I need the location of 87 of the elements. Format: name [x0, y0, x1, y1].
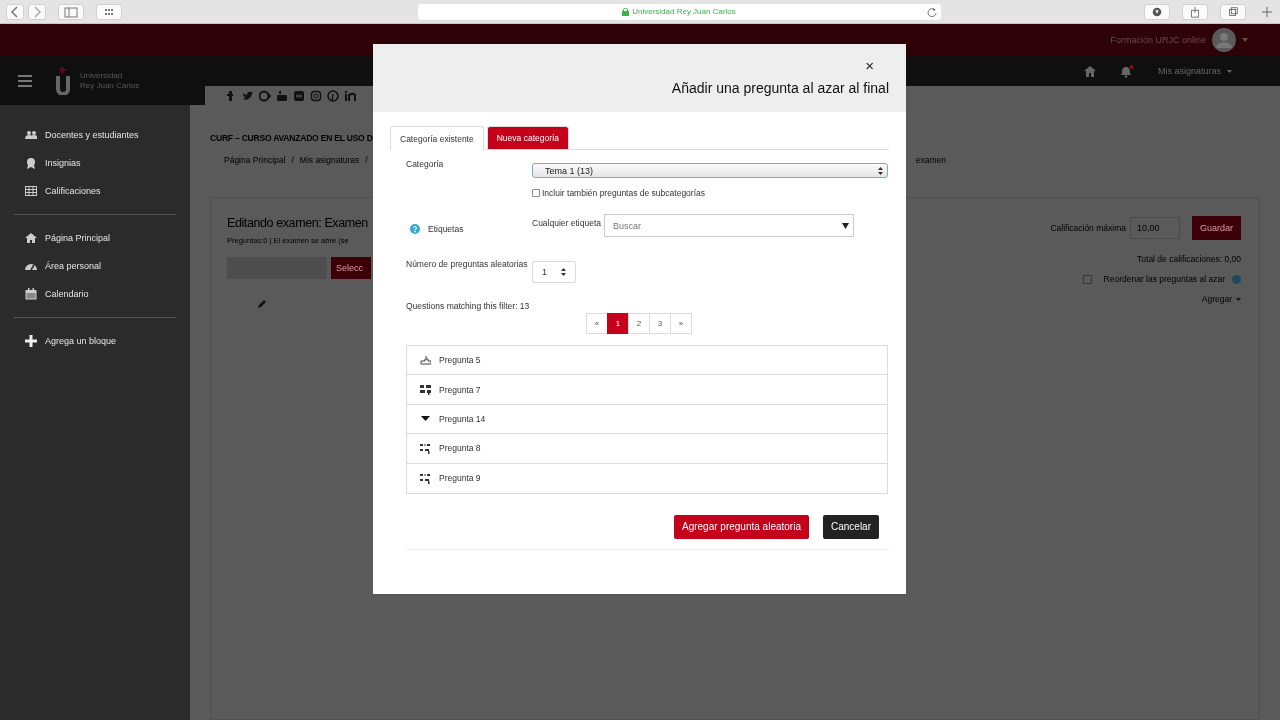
university-logo-icon: [54, 66, 72, 95]
question-name: Pregunta 5: [439, 355, 481, 366]
social-icon: [344, 89, 356, 102]
count-dropdown[interactable]: 1: [532, 261, 576, 283]
save-button[interactable]: Guardar: [1191, 216, 1241, 240]
field-label: Categoría: [406, 159, 445, 169]
sidebar-link[interactable]: Página Principal: [25, 228, 176, 248]
breadcrumb-separator: /: [291, 155, 294, 165]
checkbox-label: Incluir también preguntas de subcategorías: [542, 188, 705, 198]
page-link[interactable]: »: [670, 313, 692, 334]
plus-icon: [1260, 4, 1274, 19]
updown-icon: [561, 268, 566, 276]
pencil-icon: [257, 299, 267, 309]
logo-text-line: Rey Juan Carlos: [80, 80, 140, 91]
back-icon: [6, 3, 24, 20]
calendar-icon: [25, 288, 37, 300]
help-icon: [1232, 274, 1241, 284]
social-icon: [242, 89, 254, 102]
download-icon: [1144, 3, 1170, 20]
tags-search-field[interactable]: Buscar: [604, 214, 854, 237]
social-icon: [293, 89, 305, 102]
forward-icon: [28, 3, 46, 20]
sidebar-icon: [58, 3, 84, 20]
menu-icon: [18, 74, 32, 87]
cancel-button[interactable]: Cancelar: [822, 514, 879, 539]
dropdown-arrow-icon: [842, 223, 849, 229]
avatar-icon: [1212, 28, 1236, 52]
sidebar-link[interactable]: Insignias: [25, 153, 176, 173]
bell-icon: [1119, 64, 1134, 78]
dialog-title: Añadir una pregunta al azar al final: [671, 80, 889, 96]
badge-icon: [25, 157, 37, 169]
help-icon: [410, 224, 420, 234]
lock-icon: [622, 7, 630, 16]
page-link[interactable]: 1: [607, 313, 629, 334]
course-title: CURF – CURSO AVANZADO EN EL USO D: [210, 133, 373, 143]
caret-icon: [1227, 69, 1232, 73]
tab[interactable]: Nueva categoría: [486, 126, 570, 149]
close-button[interactable]: ×: [865, 58, 889, 73]
formula-icon: [420, 442, 431, 454]
breadcrumb-separator: /: [365, 155, 368, 165]
sidebar-link[interactable]: Agrega un bloque: [25, 331, 176, 351]
blocks-icon: [420, 384, 431, 396]
logo-text-line: Universidad: [80, 70, 124, 81]
url-text: Universidad Rey Juan Carlos: [632, 7, 736, 16]
reload-icon: [926, 6, 937, 17]
field-label: Número de preguntas aleatorias: [406, 258, 529, 271]
question-name: Pregunta 14: [439, 413, 486, 424]
max-grade-label: Calificación máxima: [1050, 223, 1126, 233]
question-name: Pregunta 7: [439, 384, 481, 395]
add-random-question-button[interactable]: Agregar pregunta aleatoria: [674, 514, 809, 539]
field-label: Cualquier etiqueta: [532, 218, 601, 228]
category-dropdown[interactable]: Tema 1 (13): [532, 163, 888, 178]
tab[interactable]: Categoría existente: [390, 126, 484, 150]
social-icon: [259, 89, 271, 102]
question-name: Pregunta 8: [439, 443, 481, 454]
filter-count: Questions matching this filter: 13: [405, 301, 531, 311]
sidebar-link[interactable]: Área personal: [25, 256, 176, 276]
sidebar-link[interactable]: Calificaciones: [25, 181, 176, 201]
table-icon: [25, 185, 37, 197]
field-label: Etiquetas: [428, 224, 464, 234]
users-icon: [25, 129, 37, 141]
social-icon: [310, 89, 322, 102]
sidebar-link[interactable]: Docentes y estudiantes: [25, 125, 176, 145]
page-link[interactable]: 3: [649, 313, 671, 334]
plus-icon: [25, 335, 37, 347]
caret-icon: [1236, 297, 1241, 301]
select-button[interactable]: Selecc: [331, 257, 371, 279]
formula-icon: [420, 472, 431, 484]
marker-icon: [420, 354, 431, 366]
home-icon: [25, 232, 37, 244]
updown-icon: [878, 166, 883, 175]
social-icon: [327, 89, 339, 102]
caret-icon: [1242, 38, 1248, 42]
page-link[interactable]: 2: [628, 313, 650, 334]
share-icon: [1182, 3, 1208, 20]
sidebar-link[interactable]: Calendario: [25, 284, 176, 304]
home-icon: [1083, 65, 1096, 77]
tabs-icon: [1220, 3, 1246, 20]
page-heading: Editando examen: Examen: [227, 216, 369, 230]
social-icon: [276, 89, 288, 102]
checkbox[interactable]: [532, 189, 540, 197]
checkbox[interactable]: [1082, 274, 1092, 284]
question-name: Pregunta 9: [439, 473, 481, 484]
grid-icon: [96, 3, 122, 20]
courses-menu[interactable]: Mis asignaturas: [1157, 66, 1221, 76]
grade-total: Total de calificaciones: 0,00: [1137, 254, 1241, 264]
checkbox-label: Reordenar las preguntas al azar: [1103, 274, 1225, 284]
